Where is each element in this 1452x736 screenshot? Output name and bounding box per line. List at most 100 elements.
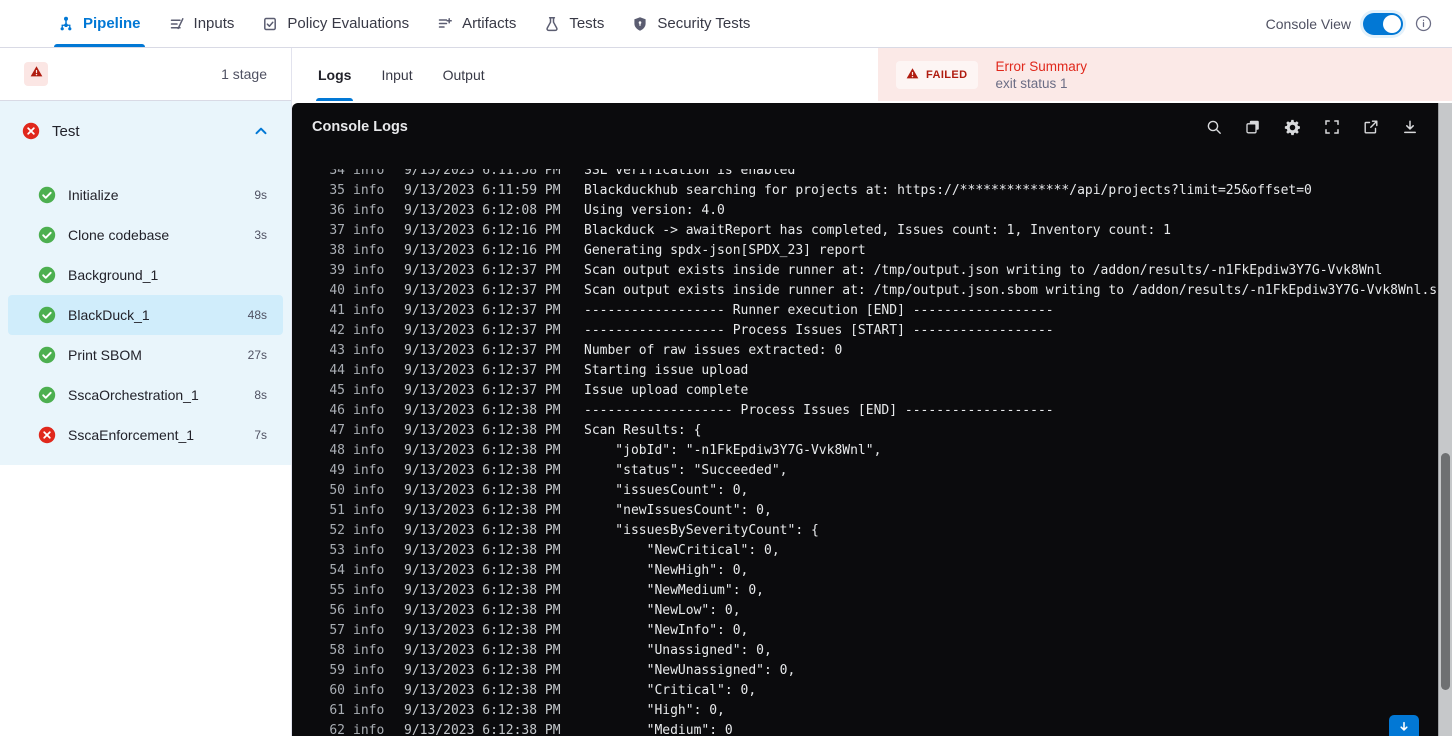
log-timestamp: 9/13/2023 6:12:38 PM [404,623,561,638]
pipeline-nav-tabs: Pipeline Inputs Policy Evaluations Artifact… [54,0,750,47]
log-level: info [353,403,385,418]
log-level: info [353,323,385,338]
log-line-number: 44 [329,363,345,378]
nav-tab-policy-evaluations[interactable]: Policy Evaluations [262,0,409,47]
policy-icon [262,16,278,32]
log-line-61: 61 info 9/13/2023 6:12:38 PM "High": 0, [292,701,1438,721]
stage-panel: Test Initialize 9s Clone codebase 3s Backgro… [0,101,291,465]
log-timestamp: 9/13/2023 6:12:38 PM [404,523,561,538]
check-circle-icon [38,186,56,204]
scrollbar-thumb[interactable] [1441,453,1450,690]
log-message: Scan Results: { [584,423,702,438]
log-timestamp: 9/13/2023 6:12:37 PM [404,383,561,398]
log-level: info [353,643,385,658]
console-log-viewport[interactable]: 34 info 9/13/2023 6:11:58 PM SSL verificati… [292,169,1438,736]
log-line-36: 36 info 9/13/2023 6:12:08 PM Using version:… [292,201,1438,221]
step-clone-codebase[interactable]: Clone codebase 3s [8,215,283,255]
log-line-60: 60 info 9/13/2023 6:12:38 PM "Critical": 0… [292,681,1438,701]
log-line-number: 36 [329,203,345,218]
tab-logs[interactable]: Logs [315,48,354,101]
log-message: ------------------ Process Issues [START… [584,323,1054,338]
log-level: info [353,583,385,598]
warning-triangle-icon [30,65,43,83]
chevron-up-icon[interactable] [253,123,269,139]
log-timestamp: 9/13/2023 6:12:38 PM [404,683,561,698]
app-root: Pipeline Inputs Policy Evaluations Artifact… [0,0,1452,736]
nav-tab-label: Pipeline [83,15,141,32]
top-navigation: Pipeline Inputs Policy Evaluations Artifact… [0,0,1452,48]
log-line-number: 53 [329,543,345,558]
arrow-down-icon [1397,720,1411,736]
nav-tab-label: Artifacts [462,15,517,32]
log-line-number: 59 [329,663,345,678]
settings-icon[interactable] [1284,119,1301,136]
artifacts-icon [437,16,453,32]
pipeline-icon [58,16,74,32]
check-circle-icon [38,306,56,324]
log-message: "High": 0, [584,703,725,718]
log-line-41: 41 info 9/13/2023 6:12:37 PM --------------… [292,301,1438,321]
log-line-49: 49 info 9/13/2023 6:12:38 PM "status": "Su… [292,461,1438,481]
log-line-47: 47 info 9/13/2023 6:12:38 PM Scan Results: … [292,421,1438,441]
stage-count: 1 stage [221,66,267,82]
log-line-number: 38 [329,243,345,258]
search-icon[interactable] [1206,119,1222,135]
log-timestamp: 9/13/2023 6:12:37 PM [404,263,561,278]
log-line-number: 55 [329,583,345,598]
fullscreen-icon[interactable] [1324,119,1340,135]
copy-icon[interactable] [1245,119,1261,135]
nav-tab-pipeline[interactable]: Pipeline [54,0,145,47]
toggle-knob [1383,14,1401,33]
log-level: info [353,383,385,398]
step-sscaorchestration-1[interactable]: SscaOrchestration_1 8s [8,375,283,415]
console-header: Console Logs [292,103,1452,151]
step-name: BlackDuck_1 [68,307,150,323]
step-sscaenforcement-1[interactable]: SscaEnforcement_1 7s [8,415,283,455]
log-timestamp: 9/13/2023 6:12:38 PM [404,443,561,458]
scroll-to-bottom-button[interactable] [1389,715,1419,736]
info-icon[interactable] [1415,15,1432,32]
topnav-right: Console View [1266,0,1432,47]
console-view-label: Console View [1265,15,1351,32]
stage-name: Test [52,122,80,140]
error-summary-title: Error Summary [995,58,1088,74]
open-in-new-icon[interactable] [1363,119,1379,135]
log-message: Starting issue upload [584,363,749,378]
step-duration: 27s [247,348,267,362]
nav-tab-inputs[interactable]: Inputs [169,0,234,47]
log-line-51: 51 info 9/13/2023 6:12:38 PM "newIssuesCou… [292,501,1438,521]
step-name: Initialize [68,187,119,203]
nav-tab-tests[interactable]: Tests [544,0,604,47]
step-blackduck-1[interactable]: BlackDuck_1 48s [8,295,283,335]
step-print-sbom[interactable]: Print SBOM 27s [8,335,283,375]
log-line-45: 45 info 9/13/2023 6:12:37 PM Issue upload c… [292,381,1438,401]
log-line-55: 55 info 9/13/2023 6:12:38 PM "NewMedium": … [292,581,1438,601]
pipeline-failed-chip [24,62,48,86]
log-timestamp: 9/13/2023 6:12:38 PM [404,503,561,518]
log-timestamp: 9/13/2023 6:12:38 PM [404,563,561,578]
log-message: Issue upload complete [584,383,749,398]
stage-failed-icon [22,122,40,140]
tab-input[interactable]: Input [381,48,412,101]
console-view-toggle[interactable] [1363,12,1403,35]
stage-row-test[interactable]: Test [0,101,291,161]
cross-circle-icon [38,426,56,444]
log-timestamp: 9/13/2023 6:12:38 PM [404,643,561,658]
nav-tab-artifacts[interactable]: Artifacts [437,0,516,47]
log-timestamp: 9/13/2023 6:12:38 PM [404,723,561,736]
log-level: info [353,343,385,358]
log-message: Blackduck -> awaitReport has completed, … [584,223,1171,238]
nav-tab-security-tests[interactable]: Security Tests [632,0,750,47]
tab-output[interactable]: Output [443,48,485,101]
log-line-number: 54 [329,563,345,578]
step-initialize[interactable]: Initialize 9s [8,175,283,215]
execution-sidebar: 1 stage Test Initialize 9s Clone codebase 3… [0,48,292,736]
console-scrollbar[interactable] [1438,103,1452,736]
sidebar-header: 1 stage [0,48,291,101]
log-line-62: 62 info 9/13/2023 6:12:38 PM "Medium": 0 [292,721,1438,736]
log-message: "NewCritical": 0, [584,543,780,558]
step-background-1[interactable]: Background_1 [8,255,283,295]
download-icon[interactable] [1402,119,1418,135]
step-duration: 7s [254,428,267,442]
log-message: Scan output exists inside runner at: /tm… [584,283,1438,298]
